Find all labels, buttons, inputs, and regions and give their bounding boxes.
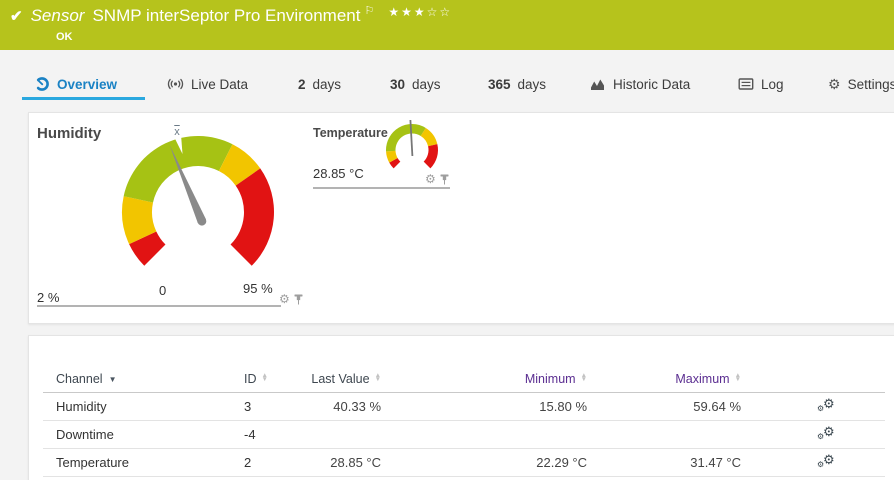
tab-label-number: 30 xyxy=(390,76,406,92)
sort-icon: ▲ ▼ xyxy=(261,371,268,383)
gauge-scale-max: 95 % xyxy=(243,281,273,296)
tab-log[interactable]: Log xyxy=(738,70,784,98)
tab-label: Historic Data xyxy=(613,76,691,92)
tab-label: days xyxy=(517,76,547,92)
priority-stars[interactable]: ★★★☆☆ xyxy=(388,5,452,19)
humidity-baseline xyxy=(37,305,281,307)
channel-name: Downtime xyxy=(56,427,114,442)
channel-last-value: 28.85 °C xyxy=(330,455,381,470)
temperature-baseline xyxy=(313,187,450,189)
tab-historic-data[interactable]: Historic Data xyxy=(590,70,690,98)
tab-label: Overview xyxy=(57,76,118,92)
column-label: Maximum xyxy=(675,372,730,386)
humidity-pin-icon[interactable] xyxy=(294,294,303,305)
temperature-pin-icon[interactable] xyxy=(440,174,449,185)
tab-overview[interactable]: Overview xyxy=(34,70,117,98)
tab-30-days[interactable]: 30 days xyxy=(390,70,441,98)
column-label: ID xyxy=(244,372,257,386)
channel-last-value: 40.33 % xyxy=(333,399,381,414)
column-label: Minimum xyxy=(524,372,576,386)
channel-settings-icon[interactable]: ⚙ ⚙ xyxy=(817,453,837,471)
sensor-title: SNMP interSeptor Pro Environment xyxy=(92,6,361,25)
area-chart-icon xyxy=(590,77,606,92)
channels-table-panel: Channel ▼ ID ▲ ▼ Last Value ▲ ▼ Minimum ▲ ▼ xyxy=(28,335,894,480)
channel-maximum: 31.47 °C xyxy=(690,455,741,470)
gauge-scale-min: 2 % xyxy=(37,290,60,305)
channel-id: -4 xyxy=(244,427,256,442)
channel-maximum: 59.64 % xyxy=(693,399,741,414)
column-header-maximum[interactable]: Maximum ▲ ▼ xyxy=(587,372,741,386)
tab-label: Log xyxy=(761,76,784,92)
channel-id: 2 xyxy=(244,455,252,470)
gauge-icon xyxy=(34,76,50,92)
humidity-gauge-title: Humidity xyxy=(37,125,102,142)
gauges-panel: Humidity x 2 % 0 95 % ⚙ Temperature 28.8… xyxy=(28,112,894,324)
tab-label: days xyxy=(412,76,441,92)
status-ok-check-icon: ✔ xyxy=(10,8,23,25)
channel-id: 3 xyxy=(244,399,252,414)
sort-icon: ▲ ▼ xyxy=(734,371,741,383)
gauge-scale-zero: 0 xyxy=(159,283,167,298)
status-badge: OK xyxy=(56,31,73,43)
sort-icon: ▲ ▼ xyxy=(374,371,381,383)
broadcast-icon xyxy=(167,76,184,92)
tab-label: days xyxy=(312,76,342,92)
column-header-last-value[interactable]: Last Value ▲ ▼ xyxy=(269,372,381,386)
tab-label: Settings xyxy=(847,76,894,92)
tab-2-days[interactable]: 2 days xyxy=(298,70,341,98)
tab-live-data[interactable]: Live Data xyxy=(167,70,248,98)
temperature-settings-gear-icon[interactable]: ⚙ xyxy=(425,173,436,185)
active-tab-underline xyxy=(22,97,145,100)
tab-bar: Overview Live Data 2 days 30 days 365 da… xyxy=(0,70,894,101)
channel-minimum: 15.80 % xyxy=(539,399,587,414)
tab-label-number: 2 xyxy=(298,76,306,92)
gear-icon: ⚙ xyxy=(828,76,841,92)
column-header-channel[interactable]: Channel ▼ xyxy=(56,372,216,386)
humidity-gauge xyxy=(121,135,275,266)
object-kind-label: Sensor xyxy=(30,6,85,25)
humidity-settings-gear-icon[interactable]: ⚙ xyxy=(279,293,290,305)
sensor-header: ✔ Sensor SNMP interSeptor Pro Environmen… xyxy=(0,0,894,50)
sort-icon: ▲ ▼ xyxy=(580,371,587,383)
channel-name: Temperature xyxy=(56,455,129,470)
sort-desc-icon: ▼ xyxy=(108,374,117,384)
temperature-last-value: 28.85 °C xyxy=(313,166,364,181)
tab-label-number: 365 xyxy=(488,76,511,92)
prtg-sensor-page: ✔ Sensor SNMP interSeptor Pro Environmen… xyxy=(0,0,894,480)
channel-name: Humidity xyxy=(56,399,107,414)
table-row-humidity: Humidity 3 40.33 % 15.80 % 59.64 % ⚙ ⚙ xyxy=(43,393,885,421)
flag-icon: ⚐ xyxy=(364,5,375,17)
table-header-row: Channel ▼ ID ▲ ▼ Last Value ▲ ▼ Minimum ▲ ▼ xyxy=(43,366,885,393)
column-header-id[interactable]: ID ▲ ▼ xyxy=(216,372,269,386)
channel-settings-icon[interactable]: ⚙ ⚙ xyxy=(817,397,837,415)
log-list-icon xyxy=(738,77,754,91)
column-header-minimum[interactable]: Minimum ▲ ▼ xyxy=(381,372,587,386)
channel-minimum: 22.29 °C xyxy=(536,455,587,470)
tab-label: Live Data xyxy=(191,76,249,92)
table-row-temperature: Temperature 2 28.85 °C 22.29 °C 31.47 °C… xyxy=(43,449,885,477)
table-row-downtime: Downtime -4 ⚙ ⚙ xyxy=(43,421,885,449)
column-label: Last Value xyxy=(311,372,370,386)
channel-settings-icon[interactable]: ⚙ ⚙ xyxy=(817,425,837,443)
column-label: Channel xyxy=(56,372,103,386)
tab-365-days[interactable]: 365 days xyxy=(488,70,546,98)
tab-settings[interactable]: ⚙ Settings xyxy=(828,70,894,98)
